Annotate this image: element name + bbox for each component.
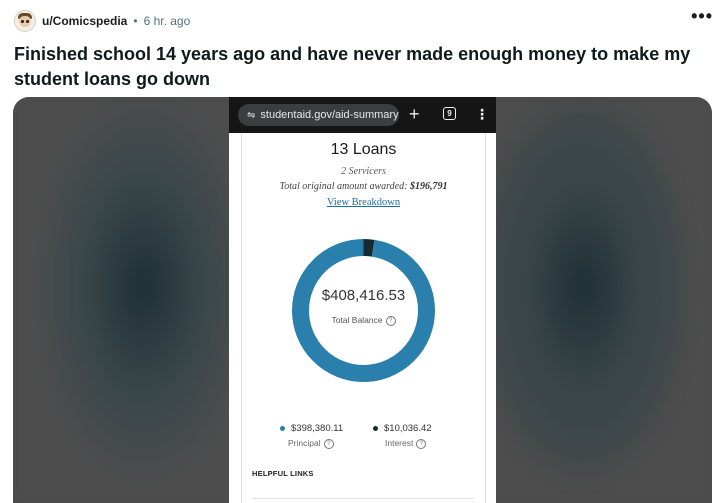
post-image[interactable]: ⇋ studentaid.gov/aid-summary + 9 ⋮ 13 Lo… bbox=[13, 97, 712, 503]
divider bbox=[252, 498, 474, 499]
total-balance-amount: $408,416.53 bbox=[321, 287, 406, 304]
separator-dot: • bbox=[133, 14, 138, 28]
help-icon[interactable]: ? bbox=[416, 438, 427, 449]
help-icon[interactable]: ? bbox=[385, 315, 396, 326]
avatar-eye bbox=[21, 20, 24, 23]
legend-interest: $10,036.42 Interest? bbox=[373, 423, 432, 449]
post-header: u/Comicspedia • 6 hr. ago bbox=[14, 10, 190, 32]
avatar-eye bbox=[26, 20, 29, 23]
site-settings-icon[interactable]: ⇋ bbox=[247, 110, 255, 121]
original-amount-awarded: Total original amount awarded: $196,791 bbox=[242, 181, 485, 192]
new-tab-icon[interactable]: + bbox=[409, 103, 420, 125]
username[interactable]: u/Comicspedia bbox=[42, 14, 127, 28]
interest-label: Interest bbox=[385, 438, 414, 448]
browser-toolbar: ⇋ studentaid.gov/aid-summary + 9 ⋮ bbox=[229, 97, 496, 133]
view-breakdown-link[interactable]: View Breakdown bbox=[242, 197, 485, 208]
total-balance-label: Total Balance? bbox=[242, 315, 485, 326]
principal-value: $398,380.11 bbox=[291, 423, 344, 434]
aid-summary-card: 13 Loans 2 Servicers Total original amou… bbox=[241, 133, 486, 503]
awarded-value: $196,791 bbox=[409, 181, 448, 192]
awarded-label: Total original amount awarded: bbox=[279, 181, 410, 192]
url-text: studentaid.gov/aid-summary bbox=[260, 109, 399, 121]
loans-count-title: 13 Loans bbox=[330, 141, 397, 158]
helpful-links-heading: HELPFUL LINKS bbox=[252, 469, 314, 478]
more-options-icon[interactable]: ••• bbox=[691, 6, 713, 27]
avatar[interactable] bbox=[14, 10, 36, 32]
phone-screenshot: ⇋ studentaid.gov/aid-summary + 9 ⋮ 13 Lo… bbox=[229, 97, 496, 503]
post-title[interactable]: Finished school 14 years ago and have ne… bbox=[14, 42, 704, 92]
donut-slice-principal bbox=[292, 239, 435, 382]
address-bar[interactable]: ⇋ studentaid.gov/aid-summary bbox=[238, 104, 399, 126]
interest-value: $10,036.42 bbox=[384, 423, 432, 434]
post-timestamp: 6 hr. ago bbox=[143, 14, 191, 28]
principal-label: Principal bbox=[288, 438, 321, 448]
servicers-count: 2 Servicers bbox=[341, 166, 386, 177]
help-icon[interactable]: ? bbox=[323, 438, 334, 449]
principal-swatch bbox=[280, 425, 285, 431]
legend-principal: $398,380.11 Principal? bbox=[280, 423, 343, 449]
browser-menu-icon[interactable]: ⋮ bbox=[475, 105, 489, 123]
balance-donut-chart bbox=[292, 239, 435, 382]
interest-swatch bbox=[373, 425, 378, 431]
total-balance-label-text: Total Balance bbox=[331, 315, 383, 325]
tabs-count-icon[interactable]: 9 bbox=[443, 107, 456, 120]
